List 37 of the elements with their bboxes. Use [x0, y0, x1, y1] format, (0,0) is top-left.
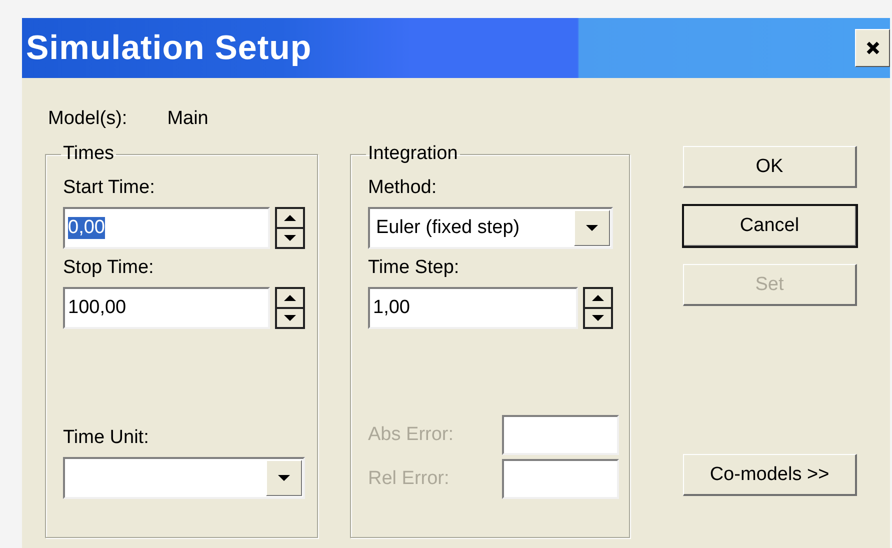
- number-field[interactable]: 0,00: [63, 207, 270, 249]
- dialog-button[interactable]: Cancel: [683, 205, 857, 247]
- dropdown-button[interactable]: [574, 210, 610, 246]
- close-icon: [864, 40, 880, 56]
- field-label: Rel Error:: [368, 468, 450, 490]
- field-label: Start Time:: [63, 177, 156, 199]
- models-label: Model(s):: [48, 108, 128, 130]
- field-label: Time Step:: [368, 257, 460, 279]
- down-triangle-icon: [591, 313, 605, 323]
- down-triangle-icon: [283, 313, 297, 323]
- close-button[interactable]: [855, 29, 890, 67]
- dropdown-button[interactable]: [266, 460, 302, 496]
- up-triangle-icon: [283, 213, 297, 223]
- input-field[interactable]: [502, 459, 619, 499]
- field-label: Abs Error:: [368, 424, 454, 446]
- spinner-control[interactable]: [275, 287, 305, 329]
- co-models-button[interactable]: Co-models >>: [683, 454, 857, 496]
- caret-icon: [277, 473, 291, 483]
- field-label: Stop Time:: [63, 257, 155, 279]
- group-title: Times: [62, 143, 116, 165]
- field-label: Time Unit:: [63, 427, 150, 449]
- input-field[interactable]: [502, 415, 619, 455]
- dropdown-field[interactable]: [63, 457, 305, 499]
- spinner-control[interactable]: [583, 287, 613, 329]
- group-title: Integration: [367, 143, 459, 165]
- up-triangle-icon: [591, 293, 605, 303]
- number-field[interactable]: 100,00: [63, 287, 270, 329]
- down-triangle-icon: [283, 233, 297, 243]
- window-title: Simulation Setup: [26, 28, 312, 68]
- dialog-button[interactable]: OK: [683, 146, 857, 188]
- up-triangle-icon: [283, 293, 297, 303]
- field-label: Method:: [368, 177, 438, 199]
- models-value: Main: [167, 108, 208, 130]
- number-field[interactable]: 1,00: [368, 287, 578, 329]
- spinner-control[interactable]: [275, 207, 305, 249]
- caret-icon: [585, 223, 599, 233]
- dropdown-field[interactable]: Euler (fixed step): [368, 207, 613, 249]
